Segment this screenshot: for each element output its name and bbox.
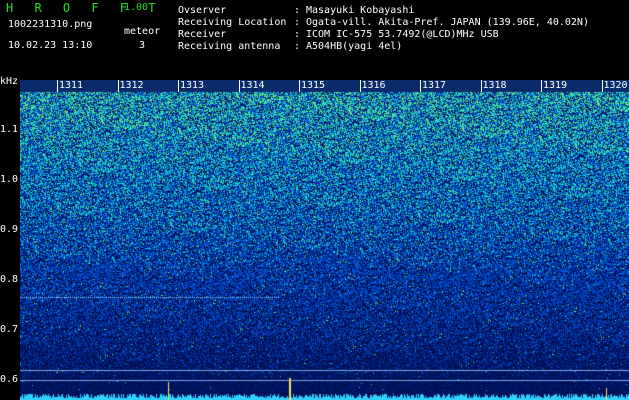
y-tick-label: 1.0 xyxy=(0,174,19,185)
info-colon: : xyxy=(294,41,301,52)
y-tick-label: 0.8 xyxy=(0,274,19,285)
info-row-receiver: Receiver: ICOM IC-575 53.7492(@LCD)MHz US… xyxy=(178,29,499,41)
x-tick-mark xyxy=(541,80,542,92)
x-tick-label: 1316 xyxy=(361,80,386,91)
x-tick-label: 1315 xyxy=(301,80,326,91)
info-value: A504HB(yagi 4el) xyxy=(306,41,403,52)
info-colon: : xyxy=(294,29,301,40)
info-value: ICOM IC-575 53.7492(@LCD)MHz USB xyxy=(306,29,499,40)
x-tick-mark xyxy=(178,80,179,92)
app-version: 1.00 xyxy=(124,2,149,13)
y-axis-unit: kHz xyxy=(0,76,19,87)
x-tick-label: 1318 xyxy=(482,80,507,91)
x-tick-mark xyxy=(601,80,603,92)
x-tick-label: 1313 xyxy=(180,80,205,91)
meteor-label: meteor xyxy=(124,26,161,37)
timestamp: 10.02.23 13:10 xyxy=(8,40,93,51)
x-tick-label: 1314 xyxy=(240,80,265,91)
y-tick-label: 0.6 xyxy=(0,374,19,385)
y-tick-label: 0.9 xyxy=(0,224,19,235)
x-tick-mark xyxy=(238,80,240,92)
y-tick-label: 0.7 xyxy=(0,324,19,335)
x-tick-mark xyxy=(420,80,421,92)
x-tick-label: 1312 xyxy=(119,80,144,91)
x-tick-mark xyxy=(57,80,58,92)
x-tick-mark xyxy=(299,80,300,92)
info-colon: : xyxy=(294,17,301,28)
info-key: Ovserver xyxy=(178,5,227,16)
info-key: Receiving antenna xyxy=(178,41,281,52)
y-tick-label: 1.1 xyxy=(0,124,19,135)
file-name: 1002231310.png xyxy=(8,19,93,30)
info-colon: : xyxy=(294,5,301,16)
spectrogram-canvas xyxy=(20,80,629,400)
x-tick-label: 1311 xyxy=(59,80,84,91)
x-tick-mark xyxy=(117,80,119,92)
x-tick-label: 1320 xyxy=(603,80,628,91)
meteor-count: 3 xyxy=(139,40,146,51)
info-value: Ogata-vill. Akita-Pref. JAPAN (139.96E, … xyxy=(306,17,589,28)
x-tick-label: 1317 xyxy=(422,80,447,91)
x-tick-label: 1319 xyxy=(543,80,568,91)
info-row-observer: Ovserver: Masayuki Kobayashi xyxy=(178,5,414,17)
info-row-location: Receiving Location: Ogata-vill. Akita-Pre… xyxy=(178,17,589,29)
x-tick-mark xyxy=(480,80,482,92)
info-row-antenna: Receiving antenna: A504HB(yagi 4el) xyxy=(178,41,402,53)
info-key: Receiving Location xyxy=(178,17,287,28)
x-tick-mark xyxy=(359,80,361,92)
info-key: Receiver xyxy=(178,29,227,40)
info-value: Masayuki Kobayashi xyxy=(306,5,415,16)
